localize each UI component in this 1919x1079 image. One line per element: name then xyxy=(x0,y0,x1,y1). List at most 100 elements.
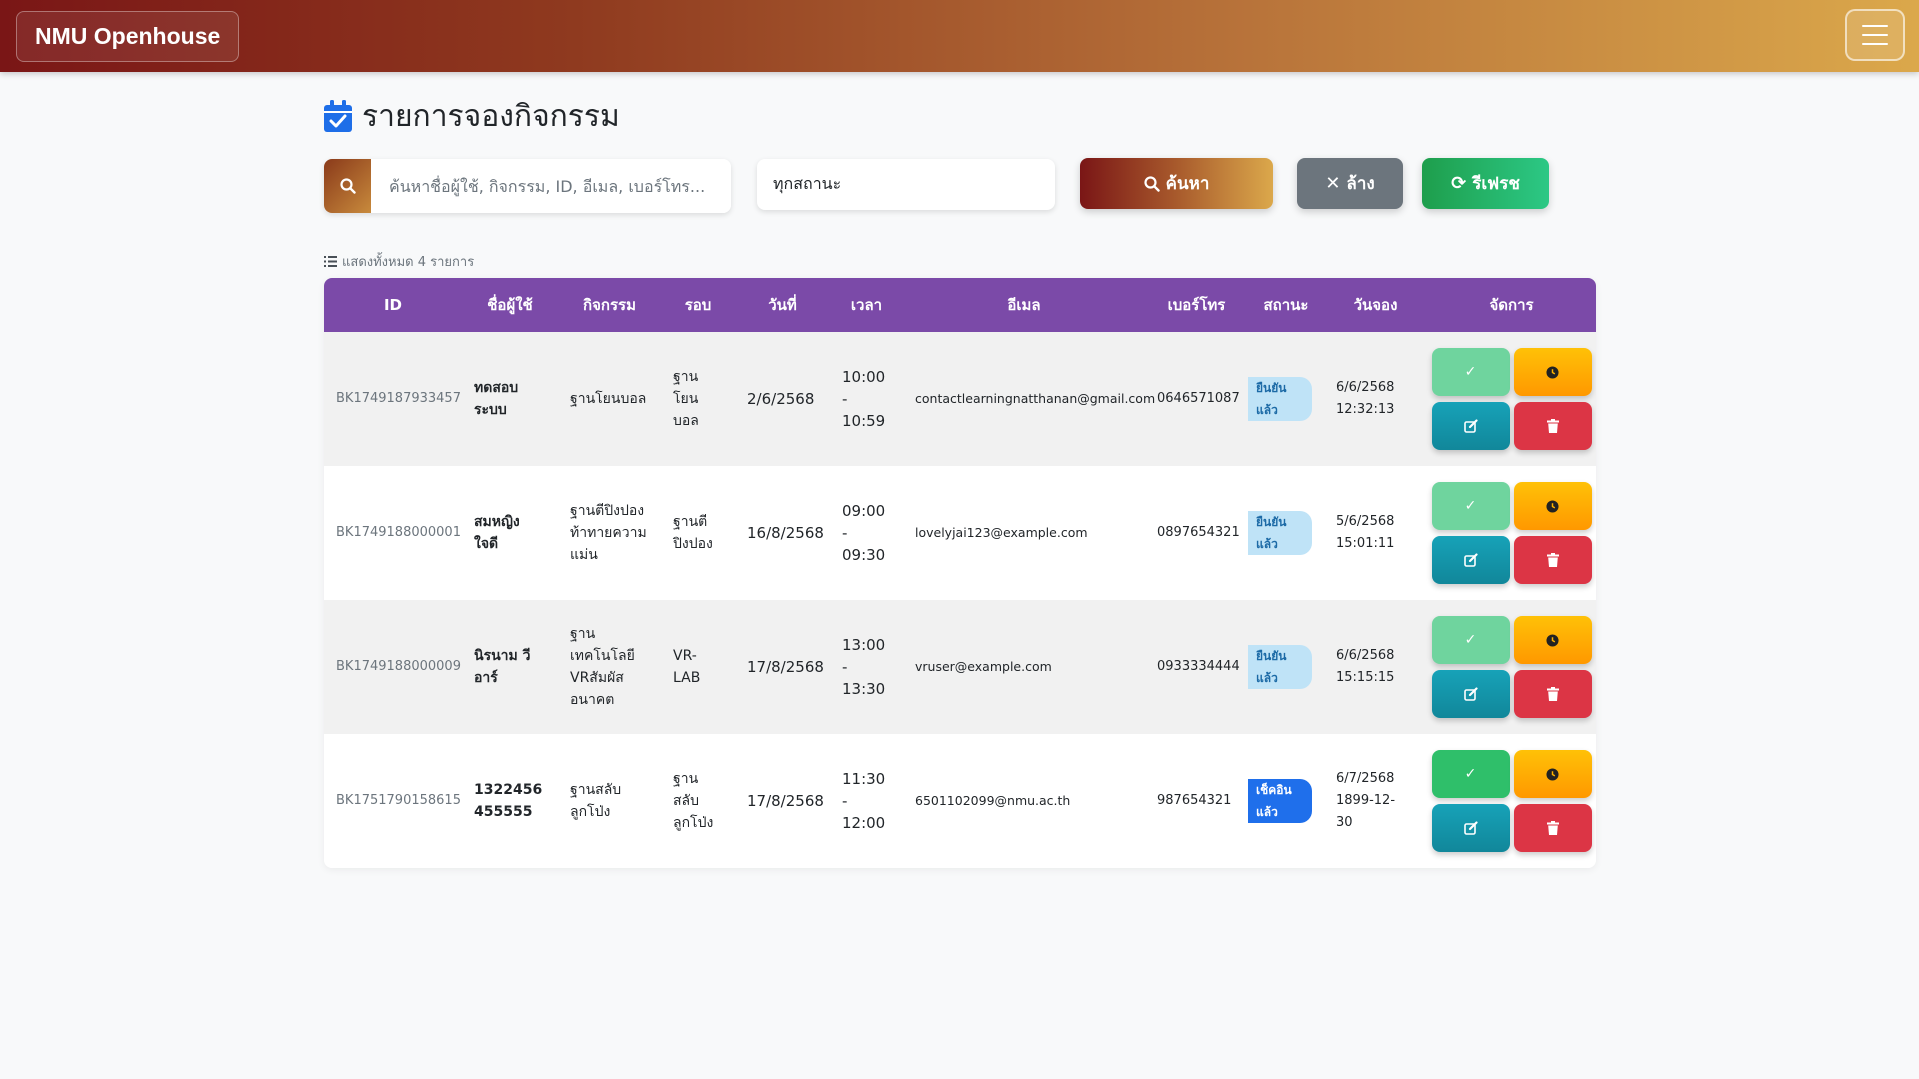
status-badge: เช็คอิน แล้ว xyxy=(1248,779,1312,823)
edit-button[interactable] xyxy=(1431,804,1510,852)
actions-cell: ✓ xyxy=(1427,734,1596,868)
refresh-icon: ⟳ xyxy=(1451,173,1467,194)
round-name: VR-LAB xyxy=(673,648,701,686)
hamburger-icon xyxy=(1862,25,1888,27)
header-status[interactable]: สถานะ xyxy=(1248,278,1324,332)
confirm-button[interactable]: ✓ xyxy=(1431,750,1510,798)
search-addon xyxy=(324,159,371,213)
edit-button[interactable] xyxy=(1431,536,1510,584)
table-header-row: ID ชื่อผู้ใช้ กิจกรรม รอบ วันที่ เวลา อี… xyxy=(324,278,1596,332)
round-name: ฐานโยน บอล xyxy=(673,369,699,429)
refresh-button[interactable]: ⟳ รีเฟรช xyxy=(1422,158,1549,209)
search-button[interactable]: ค้นหา xyxy=(1080,158,1273,209)
header-email[interactable]: อีเมล xyxy=(903,278,1145,332)
refresh-button-label: รีเฟรช xyxy=(1472,174,1520,194)
header-id[interactable]: ID xyxy=(324,278,462,332)
booking-id: BK1749188000009 xyxy=(336,659,461,674)
booked-at: 6/7/2568 1899-12- 30 xyxy=(1336,771,1396,830)
clear-button[interactable]: ✕ ล้าง xyxy=(1297,158,1403,209)
user-phone: 0646571087 xyxy=(1157,391,1240,406)
status-cell: ยืนยัน แล้ว xyxy=(1248,332,1324,466)
user-name: ทดสอบ ระบบ xyxy=(474,380,519,418)
menu-toggle-button[interactable] xyxy=(1845,9,1905,61)
calendar-check-icon xyxy=(324,100,352,132)
navbar: NMU Openhouse xyxy=(0,0,1919,72)
check-icon: ✓ xyxy=(1464,364,1477,380)
check-icon: ✓ xyxy=(1464,632,1477,648)
user-name: สมหญิง ใจดี xyxy=(474,514,520,552)
status-badge: ยืนยัน แล้ว xyxy=(1248,377,1312,421)
edit-icon xyxy=(1463,419,1478,433)
brand-logo-link[interactable]: NMU Openhouse xyxy=(16,11,240,62)
actions-cell: ✓ xyxy=(1427,332,1596,466)
booked-at: 6/6/2568 12:32:13 xyxy=(1336,380,1395,417)
activity-name: ฐานโยนบอล xyxy=(570,391,647,407)
activity-date: 17/8/2568 xyxy=(747,658,824,676)
activity-time: 11:30 - 12:00 xyxy=(842,770,886,832)
delete-button[interactable] xyxy=(1513,402,1592,450)
list-icon xyxy=(324,256,337,267)
search-icon xyxy=(1144,175,1160,192)
user-email: contactlearningnatthanan@gmail.com xyxy=(915,391,1156,406)
table-row: BK1749188000009 นิรนาม วี อาร์ ฐานเทคโนโ… xyxy=(324,600,1596,734)
search-input[interactable] xyxy=(371,159,731,213)
clock-icon xyxy=(1546,365,1559,379)
delete-button[interactable] xyxy=(1513,804,1592,852)
actions-cell: ✓ xyxy=(1427,600,1596,734)
edit-icon xyxy=(1463,687,1478,701)
clock-icon xyxy=(1546,633,1559,647)
edit-button[interactable] xyxy=(1431,402,1510,450)
user-phone: 0897654321 xyxy=(1157,525,1240,540)
table-row: BK1749188000001 สมหญิง ใจดี ฐานตีปิงปอง … xyxy=(324,466,1596,600)
edit-button[interactable] xyxy=(1431,670,1510,718)
activity-name: ฐานสลับ ลูกโป่ง xyxy=(570,782,622,820)
activity-name: ฐานเทคโนโลยี VRสัมผัส อนาคต xyxy=(570,626,635,708)
header-booked[interactable]: วันจอง xyxy=(1324,278,1427,332)
result-count: แสดงทั้งหมด 4 รายการ xyxy=(324,251,474,272)
page-title: รายการจองกิจกรรม xyxy=(324,96,620,136)
page-heading: รายการจองกิจกรรม xyxy=(362,98,620,134)
booked-at: 6/6/2568 15:15:15 xyxy=(1336,648,1395,685)
confirm-button[interactable]: ✓ xyxy=(1431,482,1510,530)
header-activity[interactable]: กิจกรรม xyxy=(558,278,661,332)
delete-button[interactable] xyxy=(1513,670,1592,718)
pending-button[interactable] xyxy=(1513,616,1592,664)
round-name: ฐานสลับ ลูกโป่ง xyxy=(673,771,714,831)
header-date[interactable]: วันที่ xyxy=(735,278,830,332)
edit-icon xyxy=(1463,553,1478,567)
header-phone[interactable]: เบอร์โทร xyxy=(1145,278,1248,332)
clock-icon xyxy=(1546,499,1559,513)
header-time[interactable]: เวลา xyxy=(830,278,903,332)
user-email: 6501102099@nmu.ac.th xyxy=(915,793,1071,808)
booking-id: BK1749188000001 xyxy=(336,525,461,540)
confirm-button[interactable]: ✓ xyxy=(1431,616,1510,664)
confirm-button[interactable]: ✓ xyxy=(1431,348,1510,396)
trash-icon xyxy=(1546,553,1559,567)
pending-button[interactable] xyxy=(1513,482,1592,530)
booking-id: BK1749187933457 xyxy=(336,391,461,406)
user-name: นิรนาม วี อาร์ xyxy=(474,648,531,686)
bookings-table-card: ID ชื่อผู้ใช้ กิจกรรม รอบ วันที่ เวลา อี… xyxy=(324,278,1596,868)
activity-time: 09:00 - 09:30 xyxy=(842,502,886,564)
activity-date: 17/8/2568 xyxy=(747,792,824,810)
x-icon: ✕ xyxy=(1325,173,1341,194)
pending-button[interactable] xyxy=(1513,348,1592,396)
status-filter-select[interactable]: ทุกสถานะ xyxy=(757,159,1055,210)
round-name: ฐานตี ปิงปอง xyxy=(673,514,713,552)
trash-icon xyxy=(1546,821,1559,835)
header-name[interactable]: ชื่อผู้ใช้ xyxy=(462,278,558,332)
check-icon: ✓ xyxy=(1464,766,1477,782)
trash-icon xyxy=(1546,687,1559,701)
header-round[interactable]: รอบ xyxy=(661,278,735,332)
hamburger-icon xyxy=(1862,43,1888,45)
activity-date: 2/6/2568 xyxy=(747,390,815,408)
user-phone: 987654321 xyxy=(1157,793,1232,808)
actions-cell: ✓ xyxy=(1427,466,1596,600)
bookings-table: ID ชื่อผู้ใช้ กิจกรรม รอบ วันที่ เวลา อี… xyxy=(324,278,1596,868)
pending-button[interactable] xyxy=(1513,750,1592,798)
check-icon: ✓ xyxy=(1464,498,1477,514)
delete-button[interactable] xyxy=(1513,536,1592,584)
table-row: BK1751790158615 1322456 455555 ฐานสลับ ล… xyxy=(324,734,1596,868)
trash-icon xyxy=(1546,419,1559,433)
activity-date: 16/8/2568 xyxy=(747,524,824,542)
